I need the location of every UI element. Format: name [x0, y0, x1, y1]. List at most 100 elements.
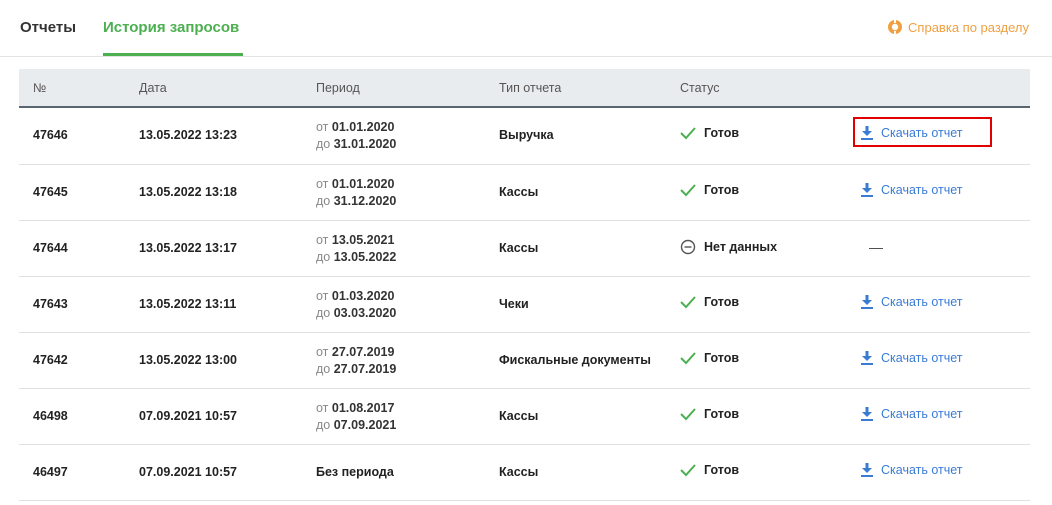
period-to: 31.01.2020 [333, 137, 397, 151]
table-row: 47644 13.05.2022 13:17 от 13.05.2021 до … [19, 221, 1030, 277]
active-tab-indicator [103, 53, 243, 56]
lifebuoy-icon [888, 20, 903, 34]
check-icon [680, 296, 696, 309]
report-type: Чеки [499, 297, 529, 311]
table-header: № Дата Период Тип отчета Статус [19, 69, 1030, 108]
to-prefix: до [316, 418, 331, 432]
request-number: 47643 [33, 297, 68, 311]
request-date: 13.05.2022 13:18 [139, 185, 238, 199]
col-date: Дата [139, 81, 167, 95]
period-to: 31.12.2020 [333, 194, 397, 208]
to-prefix: до [316, 137, 331, 151]
minus-circle-icon [680, 239, 696, 255]
status-label: Готов [704, 295, 740, 309]
requests-table: № Дата Период Тип отчета Статус 47646 13… [19, 69, 1030, 501]
request-date: 13.05.2022 13:17 [139, 241, 238, 255]
to-prefix: до [316, 362, 331, 376]
table-body: 47646 13.05.2022 13:23 от 01.01.2020 до … [19, 108, 1030, 501]
status-cell: Нет данных [680, 239, 777, 255]
status-cell: Готов [680, 407, 739, 421]
top-bar: Отчеты История запросов Справка по разде… [0, 0, 1052, 57]
period-from: 01.03.2020 [331, 289, 395, 303]
period-to: 03.03.2020 [333, 306, 397, 320]
request-date: 07.09.2021 10:57 [139, 465, 238, 479]
from-prefix: от [316, 120, 329, 134]
download-report-link[interactable]: Скачать отчет [861, 183, 963, 197]
period-cell: от 01.08.2017 до 07.09.2021 [316, 400, 396, 434]
period-from: 01.01.2020 [331, 120, 395, 134]
request-number: 46498 [33, 409, 68, 423]
download-icon [861, 183, 873, 197]
download-label: Скачать отчет [881, 183, 963, 197]
period-cell: от 27.07.2019 до 27.07.2019 [316, 344, 396, 378]
download-report-link[interactable]: Скачать отчет [861, 351, 963, 365]
period-to: 27.07.2019 [333, 362, 397, 376]
table-row: 47646 13.05.2022 13:23 от 01.01.2020 до … [19, 108, 1030, 165]
table-row: 46497 07.09.2021 10:57 Без периода Кассы… [19, 445, 1030, 501]
download-label: Скачать отчет [881, 295, 963, 309]
download-report-link[interactable]: Скачать отчет [861, 126, 963, 140]
download-icon [861, 407, 873, 421]
report-type: Выручка [499, 128, 554, 142]
period-cell: от 13.05.2021 до 13.05.2022 [316, 232, 396, 266]
check-icon [680, 184, 696, 197]
status-cell: Готов [680, 463, 739, 477]
download-report-link[interactable]: Скачать отчет [861, 463, 963, 477]
status-label: Готов [704, 126, 740, 140]
download-label: Скачать отчет [881, 407, 963, 421]
period-cell: Без периода [316, 465, 394, 479]
period-cell: от 01.03.2020 до 03.03.2020 [316, 288, 396, 322]
period-from: 01.08.2017 [331, 401, 395, 415]
report-type: Кассы [499, 241, 539, 255]
table-row: 47643 13.05.2022 13:11 от 01.03.2020 до … [19, 277, 1030, 333]
table-row: 47642 13.05.2022 13:00 от 27.07.2019 до … [19, 333, 1030, 389]
download-label: Скачать отчет [881, 351, 963, 365]
download-report-link[interactable]: Скачать отчет [861, 407, 963, 421]
period-from: 13.05.2021 [331, 233, 395, 247]
from-prefix: от [316, 233, 329, 247]
download-icon [861, 463, 873, 477]
status-label: Готов [704, 183, 740, 197]
period-cell: от 01.01.2020 до 31.01.2020 [316, 119, 396, 153]
request-date: 13.05.2022 13:23 [139, 128, 238, 142]
col-period: Период [316, 81, 360, 95]
download-label: Скачать отчет [881, 126, 963, 140]
request-number: 47644 [33, 241, 68, 255]
status-label: Готов [704, 351, 740, 365]
tab-reports[interactable]: Отчеты [20, 19, 76, 36]
request-date: 13.05.2022 13:00 [139, 353, 238, 367]
status-label: Готов [704, 407, 740, 421]
tab-history[interactable]: История запросов [103, 19, 239, 36]
from-prefix: от [316, 401, 329, 415]
download-icon [861, 351, 873, 365]
period-to: 13.05.2022 [333, 250, 397, 264]
request-number: 47642 [33, 353, 68, 367]
from-prefix: от [316, 289, 329, 303]
col-status: Статус [680, 81, 720, 95]
status-cell: Готов [680, 351, 739, 365]
to-prefix: до [316, 306, 331, 320]
col-type: Тип отчета [499, 81, 562, 95]
status-cell: Готов [680, 295, 739, 309]
request-date: 13.05.2022 13:11 [139, 297, 237, 311]
report-type: Кассы [499, 465, 539, 479]
check-icon [680, 127, 696, 140]
status-cell: Готов [680, 126, 739, 140]
period-to: 07.09.2021 [333, 418, 397, 432]
help-label: Справка по разделу [908, 19, 1029, 35]
period-from: 01.01.2020 [331, 177, 395, 191]
report-type: Кассы [499, 185, 539, 199]
from-prefix: от [316, 177, 329, 191]
period-from: 27.07.2019 [331, 345, 395, 359]
check-icon [680, 464, 696, 477]
period-cell: от 01.01.2020 до 31.12.2020 [316, 176, 396, 210]
download-report-link[interactable]: Скачать отчет [861, 295, 963, 309]
from-prefix: от [316, 345, 329, 359]
col-num: № [33, 81, 47, 95]
help-link[interactable]: Справка по разделу [887, 19, 1029, 35]
check-icon [680, 352, 696, 365]
request-number: 47646 [33, 128, 68, 142]
report-type: Кассы [499, 409, 539, 423]
report-type: Фискальные документы [499, 353, 651, 367]
table-row: 46498 07.09.2021 10:57 от 01.08.2017 до … [19, 389, 1030, 445]
